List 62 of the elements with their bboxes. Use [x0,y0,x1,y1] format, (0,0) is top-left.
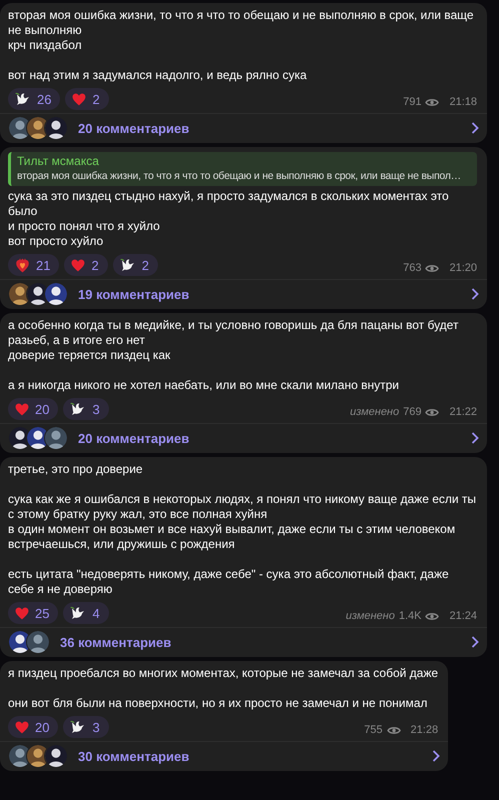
message-time: 21:22 [449,406,477,418]
reaction-button[interactable]: 20 [8,716,58,738]
view-count: 769 [403,406,422,418]
chevron-right-icon [471,288,479,300]
message-text: вторая моя ошибка жизни, то что я что то обещаю и не выполняю в срок, или ваще не выполняю крч пиздабол [8,8,475,53]
reaction-button[interactable]: 2 [65,88,109,110]
chevron-right-icon [471,636,479,648]
comments-button[interactable]: 20 комментариев [0,423,487,453]
chevron-right-icon [432,750,440,762]
eye-icon [425,264,440,272]
comments-button[interactable]: 36 комментариев [0,627,487,657]
view-count: 763 [403,262,422,274]
message-time: 21:24 [449,610,477,622]
eye-icon [386,726,401,734]
reaction-button[interactable]: 3 [63,398,109,420]
eye-icon [425,408,440,416]
heart-icon [15,402,29,416]
quote-text: вторая моя ошибка жизни, то что я что то обещаю и не выполняю в срок, или ваще не выпол… [17,169,462,184]
heart-icon [72,92,86,106]
chevron-right-icon [471,122,479,134]
edited-label: изменено [350,406,400,418]
message-text: сука как же я ошибался в некоторых людях, я понял что никому ваще даже если ты с этому братку руку жал, это все полная хуйня в один момент он возьмет и все нахуй вывалит, даже если ты с этим человеком встречаешься, или дружишь с рождения [8,492,477,552]
heart-icon [15,720,29,734]
reaction-button[interactable]: 3 [63,716,109,738]
reaction-button[interactable]: 26 [8,88,60,110]
view-count: 755 [364,724,383,736]
flaming-heart-icon [15,258,30,272]
eye-icon [425,612,440,620]
comments-button[interactable]: 30 комментариев [0,741,448,771]
chevron-right-icon [471,432,479,444]
message-text: а я никогда никого не хотел наебать, или во мне скали милано внутри [8,378,400,393]
heart-icon [71,258,86,272]
message-text: вот над этим я задумался надолго, и ведь рялно сука [8,68,308,83]
reaction-button[interactable]: 21 [8,254,60,276]
message-text: а особенно когда ты в медийке, и ты условно говоришь да бля пацаны вот будет разьеб, а в итоге его нет доверие теряется пиздец как [8,318,460,363]
dove-icon [70,402,86,416]
heart-icon [15,606,29,620]
message-time: 21:28 [410,724,438,736]
eye-icon [425,98,440,106]
view-count: 791 [403,96,422,108]
dove-icon [70,720,86,734]
quote-author: Тильт мсмакса [17,154,100,169]
dove-icon [120,258,136,272]
reaction-button[interactable]: 25 [8,602,58,624]
message-text: есть цитата "недоверять никому, даже себе" - сука это абсолютный факт, даже себе я не доверяю [8,567,450,597]
comments-button[interactable]: 19 комментариев [0,279,487,309]
reaction-button[interactable]: 2 [112,254,158,276]
dove-icon [70,606,86,620]
reaction-button[interactable]: 20 [8,398,58,420]
reaction-button[interactable]: 2 [64,254,108,276]
reaction-button[interactable]: 4 [63,602,109,624]
message-text: они вот бля были на поверхности, но я их просто не замечал и не понимал [8,696,428,711]
dove-icon [15,92,31,106]
edited-label: изменено [346,610,395,622]
message-text: я пиздец проебался во многих моментах, которые не замечал за собой даже [8,666,438,681]
message-text: сука за это пиздец стыдно нахуй, я просто задумался в скольких моментах это было и просто понял что я хуйло вот просто хуйло [8,189,450,249]
message-text: третье, это про доверие [8,462,144,477]
message-time: 21:18 [449,96,477,108]
message-time: 21:20 [449,262,477,274]
comments-button[interactable]: 20 комментариев [0,113,487,143]
quoted-reply[interactable]: Тильт мсмакса вторая моя ошибка жизни, то что я что то обещаю и не выполняю в срок, или ваще не выпол… [8,152,477,186]
view-count: 1.4K [398,610,422,622]
